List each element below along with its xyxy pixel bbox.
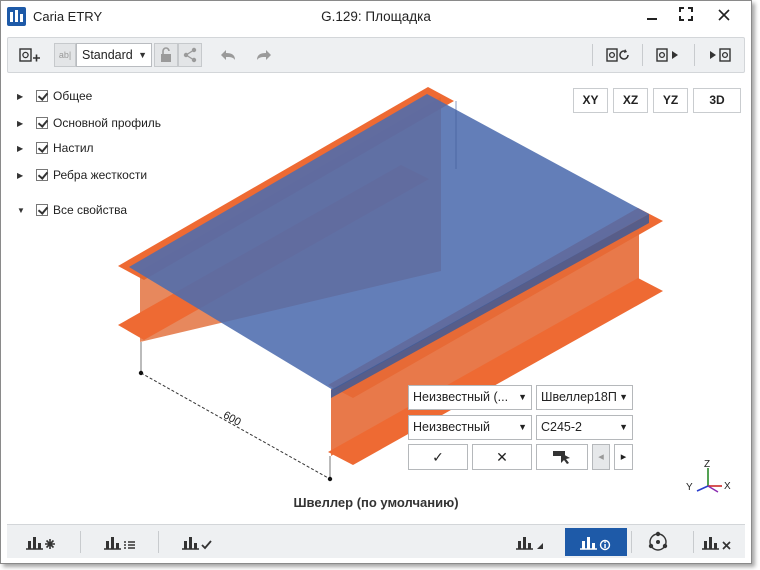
checkbox[interactable]	[36, 117, 48, 129]
tree-item-decking[interactable]: ▶ Настил	[17, 139, 94, 157]
object-star-icon	[26, 537, 55, 550]
tree-item-label: Все свойства	[53, 203, 128, 217]
expand-arrow-icon[interactable]: ▶	[17, 171, 29, 180]
object-caption: Швеллер (по умолчанию)	[293, 495, 459, 510]
tree-item-all-properties[interactable]: ▼ Все свойства	[17, 201, 127, 219]
pick-button[interactable]	[536, 444, 588, 470]
tree-item-main-profile[interactable]: ▶ Основной профиль	[17, 114, 161, 132]
grade-type-select[interactable]: Неизвестный ▼	[408, 415, 532, 440]
bottom-toolbar	[7, 524, 745, 558]
tree-item-label: Ребра жесткости	[53, 168, 148, 182]
tree-item-stiffeners[interactable]: ▶ Ребра жесткости	[17, 166, 147, 184]
checkbox[interactable]	[36, 142, 48, 154]
dimension-label: 600	[221, 409, 243, 428]
object-list-icon	[104, 537, 135, 550]
expand-arrow-icon[interactable]: ▶	[17, 119, 29, 128]
chevron-down-icon: ▼	[518, 392, 527, 402]
next-button[interactable]: ▸	[614, 444, 633, 470]
dimension-point	[138, 370, 144, 376]
bottom-separator	[158, 531, 159, 553]
network-icon	[648, 531, 668, 551]
profile-select[interactable]: Швеллер18П ▼	[536, 385, 633, 410]
object-delete-icon	[702, 537, 731, 550]
expand-arrow-icon[interactable]: ▶	[17, 144, 29, 153]
axis-z-label: Z	[704, 459, 710, 470]
view-yz-button[interactable]: YZ	[653, 88, 688, 113]
view-xy-button[interactable]: XY	[573, 88, 608, 113]
confirm-button[interactable]: ✓	[408, 444, 468, 470]
checkbox[interactable]	[36, 204, 48, 216]
tree-item-label: Общее	[53, 89, 93, 103]
deck-plate	[129, 94, 649, 390]
tree-item-general[interactable]: ▶ Общее	[17, 87, 92, 105]
expand-arrow-icon[interactable]: ▶	[17, 92, 29, 101]
view-3d-button[interactable]: 3D	[693, 88, 741, 113]
object-menu-button[interactable]	[501, 528, 563, 556]
create-object-button[interactable]	[11, 528, 73, 556]
steel-grade-select[interactable]: С245-2 ▼	[536, 415, 633, 440]
material-type-select[interactable]: Неизвестный (... ▼	[408, 385, 532, 410]
delete-object-button[interactable]	[693, 528, 743, 556]
object-info-icon	[580, 537, 611, 551]
steel-grade-value: С245-2	[541, 420, 582, 434]
object-properties-button[interactable]	[565, 528, 627, 556]
tree-item-label: Настил	[53, 141, 94, 155]
checkbox[interactable]	[36, 169, 48, 181]
close-icon: ✕	[496, 449, 508, 465]
object-check-button[interactable]	[167, 528, 229, 556]
collapse-arrow-icon[interactable]: ▼	[17, 206, 29, 215]
dimension-point	[327, 476, 333, 482]
chevron-down-icon: ▼	[619, 392, 628, 402]
previous-button[interactable]: ◂	[592, 444, 610, 470]
app-window: Caria ETRY G.129: Площадка ab| Standard …	[0, 0, 752, 564]
view-xz-button[interactable]: XZ	[613, 88, 648, 113]
object-menu-icon	[516, 537, 543, 550]
chevron-left-icon: ◂	[598, 451, 604, 463]
axis-y-label: Y	[686, 482, 693, 493]
bottom-separator	[80, 531, 81, 553]
chevron-down-icon: ▼	[518, 422, 527, 432]
chevron-right-icon: ▸	[620, 451, 627, 463]
object-list-button[interactable]	[89, 528, 151, 556]
grade-type-value: Неизвестный	[413, 420, 490, 434]
pick-cursor-icon	[553, 451, 570, 464]
axis-triad-icon: Z X Y	[686, 459, 731, 493]
profile-value: Швеллер18П	[541, 390, 617, 404]
axis-x-label: X	[724, 481, 731, 492]
chevron-down-icon: ▼	[619, 422, 628, 432]
connections-button[interactable]	[627, 528, 689, 556]
checkbox[interactable]	[36, 90, 48, 102]
material-type-value: Неизвестный (...	[413, 390, 509, 404]
model-viewport[interactable]: 600	[1, 1, 751, 521]
cancel-button[interactable]: ✕	[472, 444, 532, 470]
object-check-icon	[182, 537, 212, 550]
checkmark-icon: ✓	[432, 449, 444, 465]
tree-item-label: Основной профиль	[53, 116, 162, 130]
